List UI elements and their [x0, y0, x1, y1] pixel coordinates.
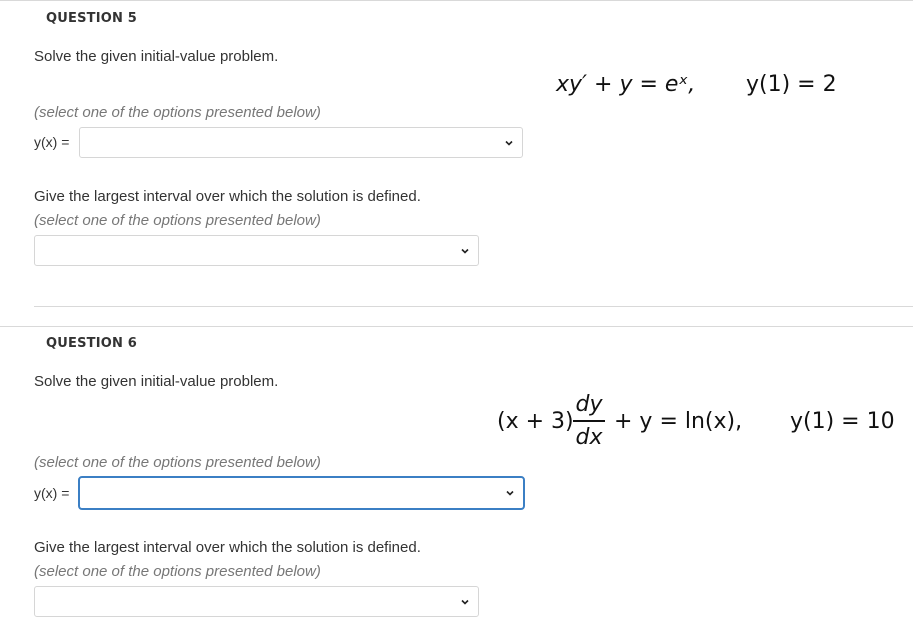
chevron-down-icon: [505, 140, 513, 146]
question-5-hint-solution: (select one of the options presented bel…: [34, 104, 321, 121]
question-6-equation-numerator: dy: [575, 392, 603, 417]
question-6-solution-dropdown[interactable]: [78, 476, 525, 510]
question-5-equation: xy′ + y = eˣ,: [556, 72, 696, 97]
question-6-equation-denominator: dx: [575, 425, 603, 450]
question-6-interval-dropdown[interactable]: [34, 586, 479, 617]
question-6-prompt: Solve the given initial-value problem.: [34, 373, 279, 390]
question-6-initial-condition: y(1) = 10: [790, 409, 895, 434]
question-5-interval-prompt: Give the largest interval over which the…: [34, 188, 421, 205]
top-divider: [0, 0, 913, 1]
question-5-hint-interval: (select one of the options presented bel…: [34, 212, 321, 229]
question-6-fraction-bar: [573, 420, 605, 422]
question-6-hint-interval: (select one of the options presented bel…: [34, 563, 321, 580]
question-6-interval-prompt: Give the largest interval over which the…: [34, 539, 421, 556]
question-6-hint-solution: (select one of the options presented bel…: [34, 454, 321, 471]
question-separator: [0, 326, 913, 327]
question-6-equation-right: + y = ln(x),: [614, 409, 743, 434]
question-5-yx-label: y(x) =: [34, 134, 70, 150]
question-6-title: QUESTION 6: [46, 336, 138, 351]
question-6-equation-left: (x + 3): [497, 409, 574, 434]
question-5-solution-dropdown[interactable]: [79, 127, 523, 158]
question-6-yx-label: y(x) =: [34, 485, 70, 501]
chevron-down-icon: [461, 248, 469, 254]
question-5-initial-condition: y(1) = 2: [746, 72, 837, 97]
chevron-down-icon: [506, 490, 514, 496]
chevron-down-icon: [461, 599, 469, 605]
question-5-interval-dropdown[interactable]: [34, 235, 479, 266]
question-5-title: QUESTION 5: [46, 11, 138, 26]
question-5-prompt: Solve the given initial-value problem.: [34, 48, 279, 65]
question-5-end-divider: [34, 306, 913, 307]
